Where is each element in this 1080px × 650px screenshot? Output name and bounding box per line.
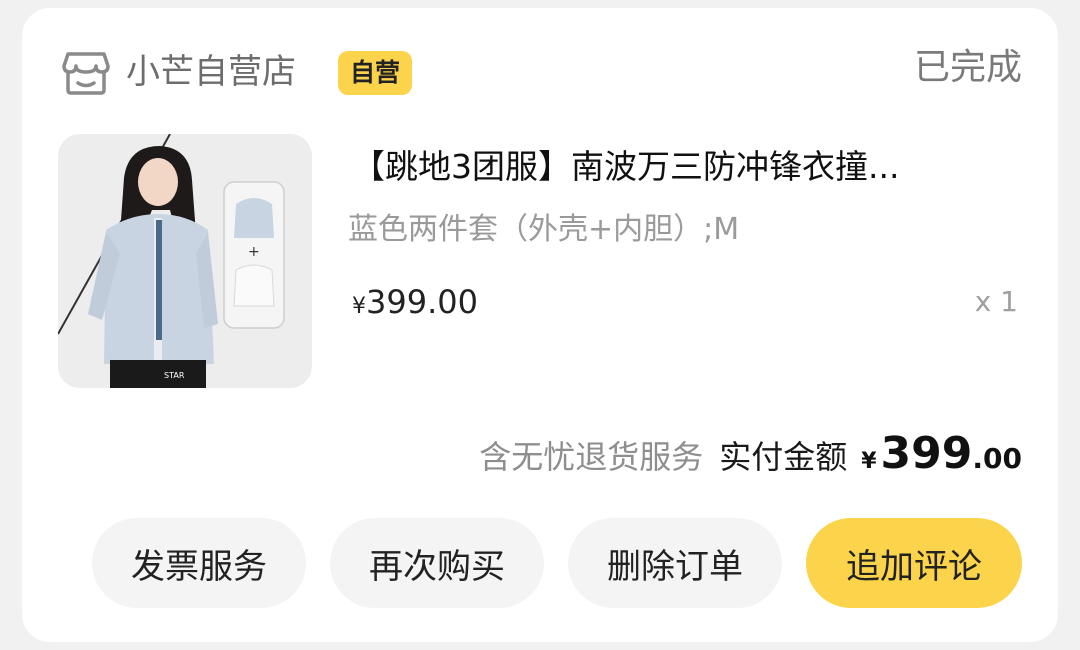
price-value: 399.00 bbox=[366, 283, 478, 321]
rebuy-button[interactable]: 再次购买 bbox=[330, 518, 544, 608]
product-image[interactable]: STAR + bbox=[58, 134, 312, 388]
return-service-note: 含无忧退货服务 bbox=[479, 438, 704, 476]
order-summary: 含无忧退货服务 实付金额 ¥ 399 .00 bbox=[479, 428, 1022, 488]
price-currency: ¥ bbox=[352, 294, 366, 319]
product-image-text: STAR bbox=[164, 371, 185, 380]
svg-text:+: + bbox=[248, 244, 260, 260]
product-title[interactable]: 【跳地3团服】南波万三防冲锋衣撞... bbox=[352, 144, 1012, 190]
paid-amount-integer: 399 bbox=[880, 428, 973, 479]
paid-amount-label: 实付金额 bbox=[719, 438, 848, 476]
store-name[interactable]: 小芒自营店 bbox=[126, 48, 296, 96]
order-card[interactable]: 小芒自营店 自营 已完成 STAR + 【跳地3团服】南波万三防冲锋衣撞... … bbox=[22, 8, 1058, 642]
product-variant: 蓝色两件套（外壳+内胆）;M bbox=[348, 212, 740, 247]
store-icon bbox=[62, 50, 110, 96]
paid-currency: ¥ bbox=[861, 449, 877, 474]
unit-price: ¥399.00 bbox=[352, 280, 478, 329]
invoice-button[interactable]: 发票服务 bbox=[92, 518, 306, 608]
self-operated-badge: 自营 bbox=[338, 51, 413, 95]
order-actions: 发票服务 再次购买 删除订单 追加评论 bbox=[92, 518, 1022, 608]
order-status: 已完成 bbox=[913, 47, 1022, 88]
delete-order-button[interactable]: 删除订单 bbox=[568, 518, 782, 608]
add-review-button[interactable]: 追加评论 bbox=[806, 518, 1022, 608]
quantity: x 1 bbox=[974, 285, 1018, 318]
paid-amount-decimal: .00 bbox=[972, 442, 1022, 475]
